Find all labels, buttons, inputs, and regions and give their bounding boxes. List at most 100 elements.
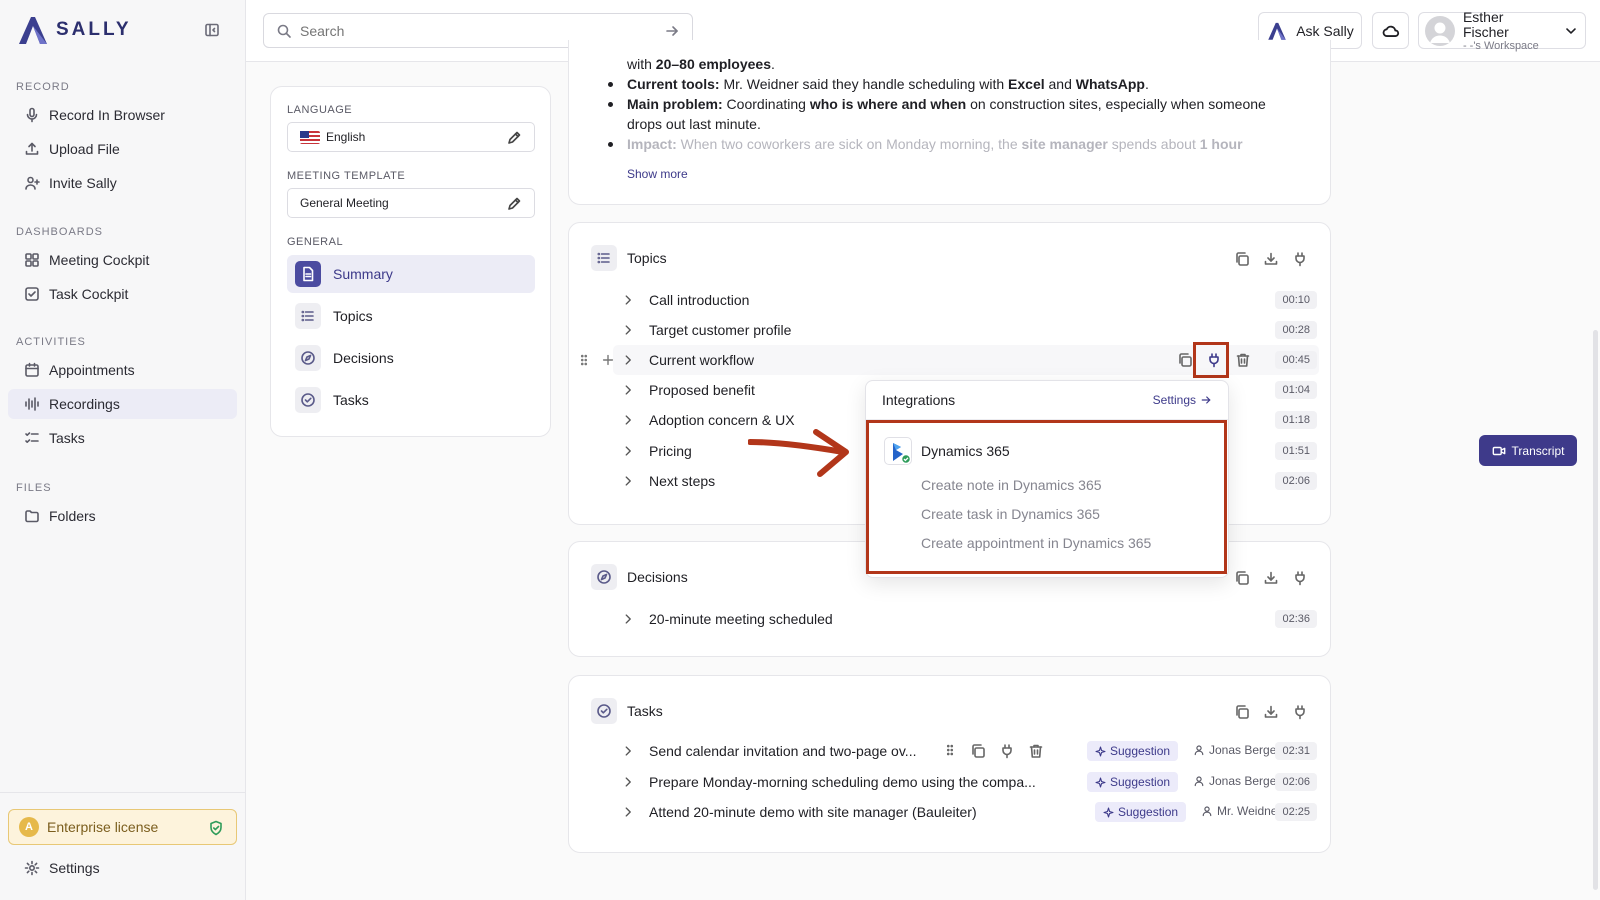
copy-icon[interactable]: [1234, 570, 1250, 586]
user-icon: [1194, 745, 1204, 756]
search-icon: [277, 24, 291, 38]
panel-item-tasks[interactable]: Tasks: [287, 381, 535, 419]
chevron-right-icon[interactable]: [621, 413, 635, 427]
timestamp-badge[interactable]: 01:18: [1275, 411, 1317, 429]
integrations-settings-link[interactable]: Settings: [1153, 393, 1212, 407]
timestamp-badge[interactable]: 00:10: [1275, 291, 1317, 309]
summary-card: with 20–80 employees. Current tools: Mr.…: [568, 40, 1331, 205]
assignee[interactable]: Jonas Berger: [1193, 774, 1280, 788]
decision-row[interactable]: 20-minute meeting scheduled 02:36: [613, 604, 1319, 634]
scrollbar[interactable]: [1593, 330, 1598, 890]
search-input[interactable]: [300, 22, 656, 39]
nav-tasks[interactable]: Tasks: [8, 423, 237, 453]
timestamp-badge[interactable]: 00:28: [1275, 321, 1317, 339]
chevron-right-icon[interactable]: [621, 612, 635, 626]
timestamp-badge[interactable]: 00:45: [1275, 351, 1317, 369]
nav-appointments[interactable]: Appointments: [8, 355, 237, 385]
plus-icon[interactable]: [601, 353, 615, 367]
task-row[interactable]: Send calendar invitation and two-page ov…: [613, 736, 1319, 766]
assignee[interactable]: Mr. Weidner: [1201, 804, 1281, 818]
nav-meeting-cockpit[interactable]: Meeting Cockpit: [8, 245, 237, 275]
nav-label: Task Cockpit: [49, 286, 129, 302]
general-label: GENERAL: [287, 236, 344, 248]
list-icon: [591, 245, 617, 271]
template-select[interactable]: General Meeting: [287, 188, 535, 218]
chevron-right-icon[interactable]: [621, 805, 635, 819]
copy-icon[interactable]: [970, 743, 986, 759]
plug-icon[interactable]: [1292, 704, 1308, 720]
plug-icon[interactable]: [999, 743, 1015, 759]
brand-logo[interactable]: SALLY: [16, 14, 132, 46]
drag-handle-icon[interactable]: [577, 353, 591, 367]
task-row[interactable]: Attend 20-minute demo with site manager …: [613, 797, 1319, 827]
topic-row[interactable]: Call introduction 00:10: [613, 285, 1319, 315]
timestamp-badge[interactable]: 01:51: [1275, 442, 1317, 460]
pencil-icon[interactable]: [506, 130, 522, 146]
tasks-card: Tasks Send calendar invitation and two-p…: [568, 675, 1331, 853]
suggestion-badge[interactable]: Suggestion: [1095, 802, 1187, 822]
download-icon[interactable]: [1263, 704, 1279, 720]
nav-folders[interactable]: Folders: [8, 501, 237, 531]
timestamp-badge[interactable]: 02:06: [1275, 472, 1317, 490]
trash-icon[interactable]: [1028, 743, 1044, 759]
collapse-sidebar-icon[interactable]: [204, 22, 220, 38]
arrow-right-icon[interactable]: [664, 23, 680, 39]
timestamp-badge[interactable]: 02:25: [1275, 803, 1317, 821]
user-menu[interactable]: Esther Fischer - -'s Workspace: [1418, 9, 1586, 52]
nav-invite-sally[interactable]: Invite Sally: [8, 168, 237, 198]
chevron-right-icon[interactable]: [621, 775, 635, 789]
download-icon[interactable]: [1263, 570, 1279, 586]
trash-icon[interactable]: [1235, 352, 1251, 368]
enterprise-license-badge[interactable]: A Enterprise license: [8, 809, 237, 845]
nav-recordings[interactable]: Recordings: [8, 389, 237, 419]
topic-label: Proposed benefit: [649, 382, 755, 398]
tasks-actions: [1234, 704, 1308, 720]
chevron-down-icon: [1566, 27, 1576, 34]
timestamp-badge[interactable]: 02:31: [1275, 742, 1317, 760]
copy-icon[interactable]: [1234, 251, 1250, 267]
shield-check-icon: [210, 820, 222, 836]
chevron-right-icon[interactable]: [621, 474, 635, 488]
section-dashboards: DASHBOARDS: [16, 226, 104, 238]
transcript-button[interactable]: Transcript: [1479, 435, 1577, 466]
suggestion-badge[interactable]: Suggestion: [1087, 772, 1179, 792]
chevron-right-icon[interactable]: [621, 323, 635, 337]
panel-item-decisions[interactable]: Decisions: [287, 339, 535, 377]
language-select[interactable]: English: [287, 122, 535, 152]
assignee[interactable]: Jonas Berger: [1193, 743, 1280, 757]
video-icon: [1492, 446, 1505, 455]
timestamp-badge[interactable]: 01:04: [1275, 381, 1317, 399]
download-icon[interactable]: [1263, 251, 1279, 267]
ask-sally-label: Ask Sally: [1296, 22, 1354, 39]
chevron-right-icon[interactable]: [621, 353, 635, 367]
topic-row[interactable]: Target customer profile 00:28: [613, 315, 1319, 345]
panel-item-topics[interactable]: Topics: [287, 297, 535, 335]
chevron-right-icon[interactable]: [621, 383, 635, 397]
chevron-right-icon[interactable]: [621, 744, 635, 758]
template-label: MEETING TEMPLATE: [287, 170, 406, 182]
nav-task-cockpit[interactable]: Task Cockpit: [8, 279, 237, 309]
copy-icon[interactable]: [1177, 352, 1193, 368]
topic-label: Next steps: [649, 473, 716, 489]
copy-icon[interactable]: [1234, 704, 1250, 720]
plug-icon[interactable]: [1292, 570, 1308, 586]
pencil-icon[interactable]: [506, 196, 522, 212]
chevron-right-icon[interactable]: [621, 293, 635, 307]
suggestion-badge[interactable]: Suggestion: [1087, 741, 1179, 761]
drag-handle-icon[interactable]: [943, 743, 957, 757]
topic-label: Adoption concern & UX: [649, 412, 795, 428]
timestamp-badge[interactable]: 02:36: [1275, 610, 1317, 628]
show-more-link[interactable]: Show more: [627, 167, 688, 181]
task-row[interactable]: Prepare Monday-morning scheduling demo u…: [613, 767, 1319, 797]
sparkle-icon: [1095, 776, 1106, 788]
panel-item-summary[interactable]: Summary: [287, 255, 535, 293]
nav-record-in-browser[interactable]: Record In Browser: [8, 100, 237, 130]
license-label: Enterprise license: [47, 819, 159, 835]
cloud-sync-button[interactable]: [1372, 12, 1409, 49]
nav-settings[interactable]: Settings: [8, 853, 237, 883]
nav-upload-file[interactable]: Upload File: [8, 134, 237, 164]
license-logo-icon: A: [19, 817, 39, 837]
plug-icon[interactable]: [1292, 251, 1308, 267]
timestamp-badge[interactable]: 02:06: [1275, 773, 1317, 791]
chevron-right-icon[interactable]: [621, 444, 635, 458]
